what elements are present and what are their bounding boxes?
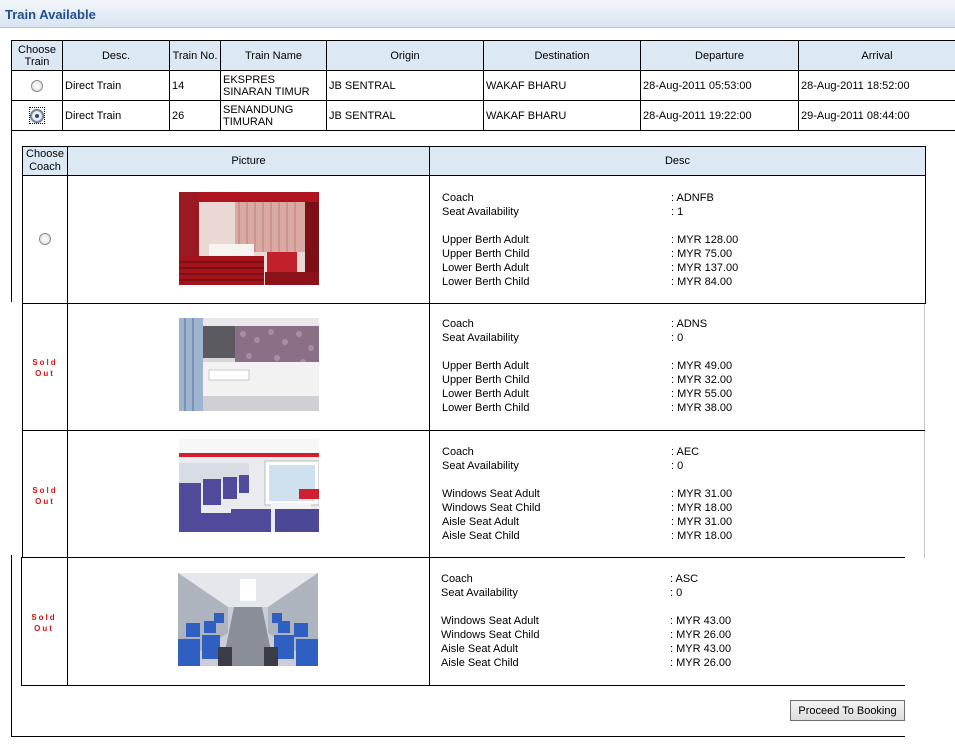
- train-radio-cell: [11, 70, 63, 101]
- price-row: Lower Berth Adult: MYR 137.00: [442, 262, 739, 274]
- coach-photo-berth-curtain: [179, 318, 319, 411]
- coach-photo-business-seats: [178, 573, 318, 666]
- train-departure: 28-Aug-2011 19:22:00: [640, 100, 799, 131]
- coach-desc: Coach: ADNS Seat Availability: 0 Upper B…: [442, 317, 912, 415]
- train-desc: Direct Train: [62, 70, 170, 101]
- price-row: Lower Berth Adult: MYR 55.00: [442, 388, 733, 400]
- frame-line: [11, 130, 12, 302]
- desc-row: Coach: ASC: [441, 573, 699, 585]
- price-row: Aisle Seat Child: MYR 26.00: [441, 657, 732, 669]
- train-name: EKSPRES SINARAN TIMUR: [220, 70, 327, 101]
- focus-outline: [29, 107, 45, 124]
- price-row: Upper Berth Adult: MYR 128.00: [442, 234, 739, 246]
- train-desc: Direct Train: [62, 100, 170, 131]
- grid-line: [22, 430, 925, 431]
- frame-line: [11, 555, 12, 737]
- price-row: Upper Berth Adult: MYR 49.00: [442, 360, 733, 372]
- table-row: Direct Train 26 SENANDUNG TIMURAN JB SEN…: [11, 100, 955, 131]
- price-row: Aisle Seat Adult: MYR 43.00: [441, 643, 732, 655]
- train-origin: JB SENTRAL: [326, 70, 484, 101]
- train-name: SENANDUNG TIMURAN: [220, 100, 327, 131]
- desc-row: Seat Availability: 0: [442, 332, 684, 344]
- train-radio-button-selected[interactable]: [31, 109, 43, 122]
- col-desc: Desc: [429, 146, 926, 176]
- price-row: Aisle Seat Child: MYR 18.00: [442, 530, 733, 542]
- train-table-header: Choose Train Desc. Train No. Train Name …: [11, 40, 955, 71]
- train-destination: WAKAF BHARU: [483, 100, 641, 131]
- price-row: Windows Seat Adult: MYR 43.00: [441, 615, 732, 627]
- price-row: Aisle Seat Adult: MYR 31.00: [442, 516, 733, 528]
- price-row: Windows Seat Child: MYR 18.00: [442, 502, 733, 514]
- desc-row: Coach: ADNS: [442, 318, 708, 330]
- col-origin: Origin: [326, 40, 484, 71]
- coach-photo-economy-seats: [179, 439, 319, 532]
- coach-desc: Coach: ADNFB Seat Availability: 1 Upper …: [442, 191, 912, 289]
- train-radio-cell: [11, 100, 63, 131]
- grid-line: [21, 685, 905, 686]
- col-train-no: Train No.: [169, 40, 221, 71]
- coach-desc: Coach: AEC Seat Availability: 0 Windows …: [442, 445, 912, 543]
- price-row: Upper Berth Child: MYR 75.00: [442, 248, 733, 260]
- col-train-name: Train Name: [220, 40, 327, 71]
- desc-row: Seat Availability: 0: [442, 460, 684, 472]
- train-radio-button[interactable]: [31, 79, 43, 92]
- col-desc: Desc.: [62, 40, 170, 71]
- col-choose-coach: Choose Coach: [22, 146, 68, 176]
- sold-out-badge: Sold Out: [32, 358, 58, 378]
- sold-out-badge: Sold Out: [31, 613, 57, 633]
- sold-out-badge: Sold Out: [32, 486, 58, 506]
- coach-desc: Coach: ASC Seat Availability: 0 Windows …: [441, 572, 911, 670]
- frame-line: [11, 736, 905, 737]
- col-picture: Picture: [67, 146, 430, 176]
- page-title: Train Available: [5, 7, 96, 22]
- train-arrival: 29-Aug-2011 08:44:00: [798, 100, 955, 131]
- train-no: 14: [169, 70, 221, 101]
- grid-line: [22, 557, 905, 558]
- col-destination: Destination: [483, 40, 641, 71]
- desc-row: Seat Availability: 1: [442, 206, 684, 218]
- price-row: Windows Seat Adult: MYR 31.00: [442, 488, 733, 500]
- train-no: 26: [169, 100, 221, 131]
- coach-radio-button[interactable]: [39, 233, 51, 245]
- table-row: Direct Train 14 EKSPRES SINARAN TIMUR JB…: [11, 70, 955, 101]
- grid-line: [21, 557, 22, 685]
- title-bar: Train Available: [0, 0, 955, 28]
- train-destination: WAKAF BHARU: [483, 70, 641, 101]
- grid-line: [22, 176, 23, 303]
- coach-photo-sleeper-berth: [179, 192, 319, 285]
- col-choose-train: Choose Train: [11, 40, 63, 71]
- grid-line: [22, 303, 926, 304]
- train-arrival: 28-Aug-2011 18:52:00: [798, 70, 955, 101]
- train-departure: 28-Aug-2011 05:53:00: [640, 70, 799, 101]
- price-row: Upper Berth Child: MYR 32.00: [442, 374, 733, 386]
- proceed-to-booking-button[interactable]: Proceed To Booking: [790, 700, 905, 721]
- train-table: Choose Train Desc. Train No. Train Name …: [11, 40, 955, 131]
- desc-row: Seat Availability: 0: [441, 587, 683, 599]
- train-origin: JB SENTRAL: [326, 100, 484, 131]
- desc-row: Coach: AEC: [442, 446, 700, 458]
- grid-line: [925, 176, 926, 303]
- price-row: Lower Berth Child: MYR 84.00: [442, 276, 733, 288]
- desc-row: Coach: ADNFB: [442, 192, 714, 204]
- col-departure: Departure: [640, 40, 799, 71]
- col-arrival: Arrival: [798, 40, 955, 71]
- price-row: Lower Berth Child: MYR 38.00: [442, 402, 733, 414]
- price-row: Windows Seat Child: MYR 26.00: [441, 629, 732, 641]
